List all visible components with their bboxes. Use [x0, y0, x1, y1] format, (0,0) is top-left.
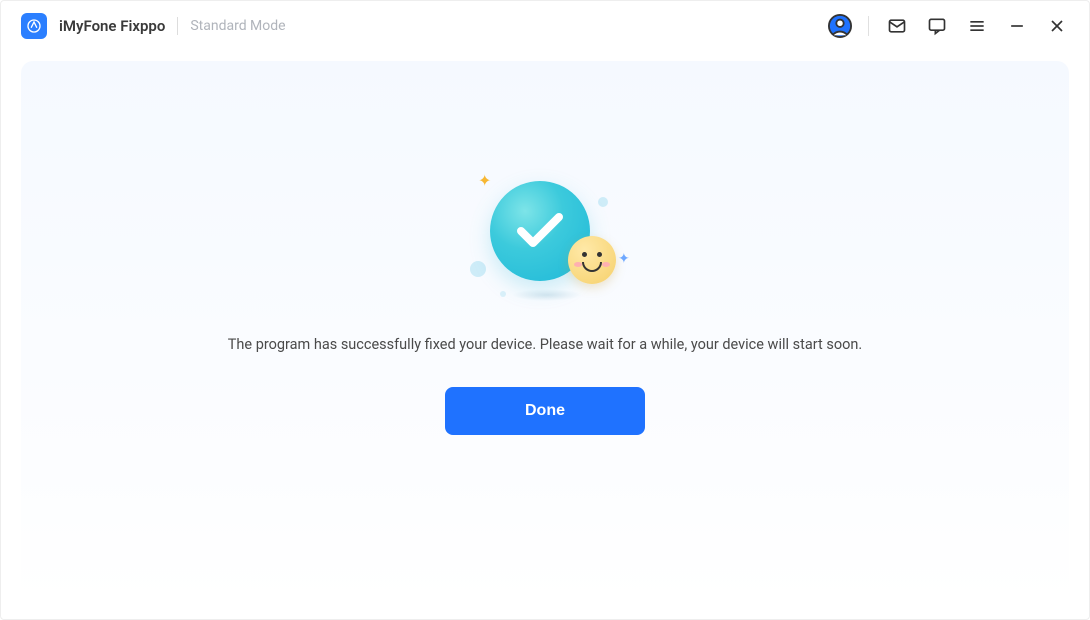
- mail-icon[interactable]: [885, 14, 909, 38]
- illus-shadow: [512, 289, 582, 301]
- app-logo: [21, 13, 47, 39]
- decor-dot: [598, 197, 608, 207]
- titlebar: iMyFone Fixppo Standard Mode: [1, 1, 1089, 51]
- status-message: The program has successfully fixed your …: [228, 336, 862, 353]
- done-button[interactable]: Done: [445, 387, 645, 435]
- success-illustration: ✦ ✦: [460, 161, 630, 311]
- close-icon[interactable]: [1045, 14, 1069, 38]
- smiley-icon: [568, 236, 616, 284]
- content-panel: ✦ ✦ The program has successfully fixed y…: [21, 61, 1069, 601]
- title-divider: [177, 17, 178, 35]
- decor-dot: [500, 291, 506, 297]
- separator: [868, 16, 869, 36]
- feedback-icon[interactable]: [925, 14, 949, 38]
- minimize-icon[interactable]: [1005, 14, 1029, 38]
- sparkle-icon: ✦: [618, 251, 630, 267]
- titlebar-actions: [828, 14, 1069, 38]
- decor-dot: [470, 261, 486, 277]
- app-title: iMyFone Fixppo: [59, 17, 165, 35]
- account-icon[interactable]: [828, 14, 852, 38]
- menu-icon[interactable]: [965, 14, 989, 38]
- mode-label: Standard Mode: [190, 18, 285, 34]
- sparkle-icon: ✦: [478, 171, 491, 190]
